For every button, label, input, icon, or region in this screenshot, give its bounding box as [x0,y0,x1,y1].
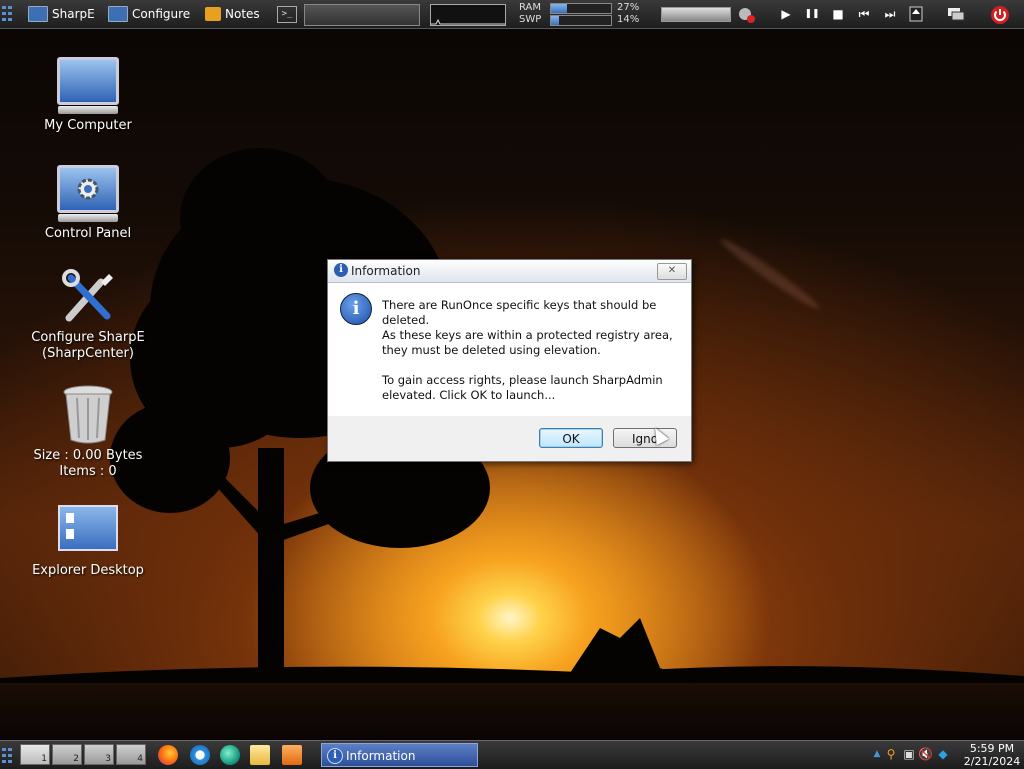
clock-time: 5:59 PM [969,742,1015,755]
volume-muted-icon[interactable]: 🔇 [918,747,933,761]
control-panel-icon [57,165,119,213]
ram-value: 27% [617,2,640,13]
info-icon: i [327,748,343,764]
firefox-icon[interactable] [158,745,178,765]
tools-icon [62,269,113,322]
explorer-desktop-icon[interactable]: Explorer Desktop [23,505,153,579]
internet-explorer-icon[interactable] [190,745,210,765]
volume-slider[interactable] [661,7,731,22]
power-icon[interactable] [990,5,1010,24]
control-panel-label: Control Panel [44,226,132,241]
control-panel-desktop-icon[interactable]: Control Panel [23,165,153,242]
folder-icon[interactable] [250,745,270,765]
information-dialog: i Information ✕ i There are RunOnce spec… [327,259,692,462]
next-button[interactable]: ⏭ [880,5,900,23]
workspace-4[interactable]: 4 [116,744,146,765]
monitor-stand [58,106,118,114]
ok-button[interactable]: OK [539,428,603,448]
recycle-bin-items-label: Items : 0 [59,464,117,479]
configure-sharpe-desktop-icon[interactable]: Configure SharpE (SharpCenter) [23,268,153,362]
my-computer-label: My Computer [44,118,132,133]
sharpcenter-label: (SharpCenter) [42,346,134,361]
dialog-message-line-2: As these keys are within a protected reg… [382,328,673,357]
explorer-desktop-icon-image [58,505,118,551]
ram-label: RAM [519,2,542,13]
task-label: Information [346,749,416,763]
workspace-1[interactable]: 1 [20,744,50,765]
pause-button[interactable]: ❚❚ [802,5,822,23]
sharpe-label: SharpE [52,7,95,21]
clock[interactable]: 5:59 PM 2/21/2024 [962,742,1022,768]
workspace-3[interactable]: 3 [84,744,114,765]
my-computer-desktop-icon[interactable]: My Computer [23,57,153,134]
app-tray-icon[interactable]: ◆ [936,747,950,761]
dialog-body: i There are RunOnce specific keys that s… [328,283,691,416]
configure-sharpe-label: Configure SharpE [31,330,145,345]
computer-icon [57,57,119,105]
swp-label: SWP [519,14,542,25]
clock-date: 2/21/2024 [963,755,1021,768]
info-icon: i [334,263,348,277]
monitor-stand [58,214,118,222]
terminal-icon[interactable]: >_ [277,6,297,23]
windows-icon[interactable] [946,5,966,23]
swp-fill [551,16,560,25]
file-icon [66,529,74,539]
ram-bar [550,3,612,14]
taskbar: 1 2 3 4 i Information ▲ ⚲ ▣ 🔇 ◆ 5:59 PM … [0,740,1024,769]
explorer-desktop-label: Explorer Desktop [32,563,144,578]
recycle-bin-size-label: Size : 0.00 Bytes [33,448,143,463]
dialog-title: Information [351,264,421,278]
close-button[interactable]: ✕ [657,263,687,280]
stop-button[interactable]: ■ [828,5,848,23]
cpu-graph [430,4,506,26]
start-grid-icon[interactable] [2,748,14,764]
previous-button[interactable]: ⏮ [854,5,874,23]
ground [0,683,1024,740]
eject-icon[interactable] [906,5,926,23]
top-bar: SharpE Configure Notes >_ RAM 27% SWP 14… [0,0,1024,29]
run-input[interactable] [304,4,420,26]
trash-icon [63,385,113,444]
task-information[interactable]: i Information [321,743,478,767]
recycle-bin-desktop-icon[interactable]: Size : 0.00 Bytes Items : 0 [23,384,153,480]
mute-icon[interactable] [736,5,756,23]
swp-bar [550,15,612,26]
configure-icon [108,6,128,22]
computer-icon [28,6,48,22]
configure-button[interactable]: Configure [108,4,190,24]
info-icon: i [340,293,372,325]
ram-fill [551,4,568,13]
edge-icon[interactable] [220,745,240,765]
workspace-2[interactable]: 2 [52,744,82,765]
notes-icon [205,7,221,21]
search-icon[interactable]: ⚲ [884,747,898,761]
tray-expand-icon[interactable]: ▲ [870,747,884,761]
app-grid-icon[interactable] [2,6,14,22]
dialog-message-line-1: There are RunOnce specific keys that sho… [382,298,657,327]
media-player-icon[interactable] [282,745,302,765]
notes-label: Notes [225,7,260,21]
swp-value: 14% [617,14,640,25]
notes-button[interactable]: Notes [205,4,260,24]
configure-label: Configure [132,7,191,21]
sharpe-menu-button[interactable]: SharpE [28,4,95,24]
play-button[interactable]: ▶ [776,5,796,23]
dialog-titlebar[interactable]: i Information ✕ [328,260,691,283]
file-icon [66,513,74,523]
network-icon[interactable]: ▣ [902,747,916,761]
dialog-message-line-3: To gain access rights, please launch Sha… [382,373,663,402]
